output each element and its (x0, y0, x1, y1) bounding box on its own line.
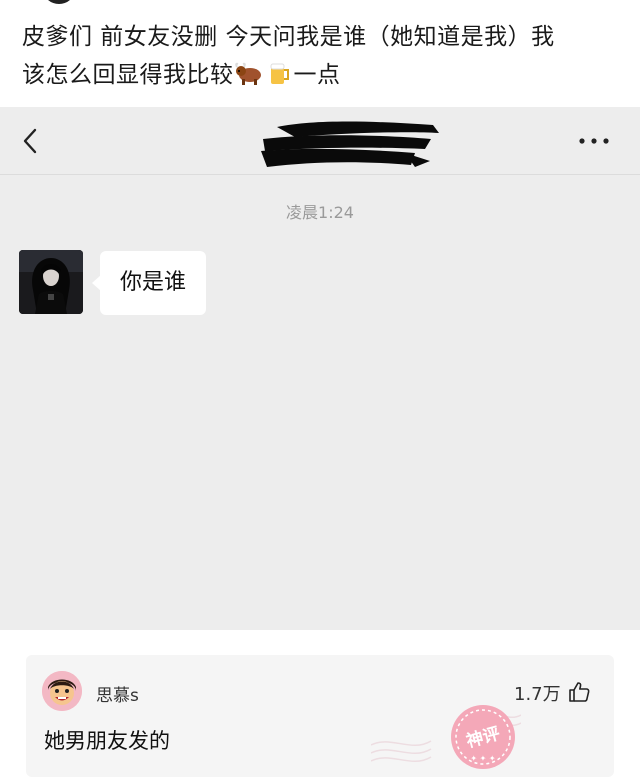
top-comment-card: 神评 ✦ ✦ ✦ 思慕s 1.7万 她男朋友发的 (26, 655, 614, 777)
chat-header (0, 107, 640, 175)
thumbs-up-icon[interactable] (567, 680, 591, 704)
message-bubble[interactable]: 你是谁 (91, 251, 207, 315)
title-line-2: 该怎么回显得我比较 一点 (22, 56, 622, 98)
contact-avatar[interactable] (19, 250, 83, 314)
more-options-icon[interactable] (576, 133, 612, 149)
ox-emoji-icon (234, 60, 265, 98)
message-timestamp: 凌晨1:24 (286, 203, 354, 222)
post-title: 皮爹们 前女友没删 今天问我是谁（她知道是我）我 该怎么回显得我比较 一点 (22, 18, 622, 98)
poster-avatar[interactable] (44, 0, 74, 4)
commenter-name[interactable]: 思慕s (96, 681, 139, 706)
commenter-avatar[interactable] (42, 671, 82, 711)
title-line-1: 皮爹们 前女友没删 今天问我是谁（她知道是我）我 (22, 24, 555, 50)
beer-emoji-icon (267, 60, 293, 98)
like-count: 1.7万 (514, 684, 561, 705)
featured-comment-stamp: 神评 ✦ ✦ ✦ (371, 705, 521, 769)
redacted-contact-name (261, 121, 439, 167)
title-line-2-suffix: 一点 (293, 62, 341, 88)
comment-text: 她男朋友发的 (44, 729, 170, 753)
title-line-2-prefix: 该怎么回显得我比较 (22, 62, 234, 88)
back-arrow-icon[interactable] (20, 127, 40, 155)
chat-screenshot: 凌晨1:24 你是谁 (0, 107, 640, 630)
svg-text:✦ ✦ ✦: ✦ ✦ ✦ (470, 754, 495, 763)
page: 皮爹们 前女友没删 今天问我是谁（她知道是我）我 该怎么回显得我比较 一点 凌晨1… (0, 0, 640, 782)
